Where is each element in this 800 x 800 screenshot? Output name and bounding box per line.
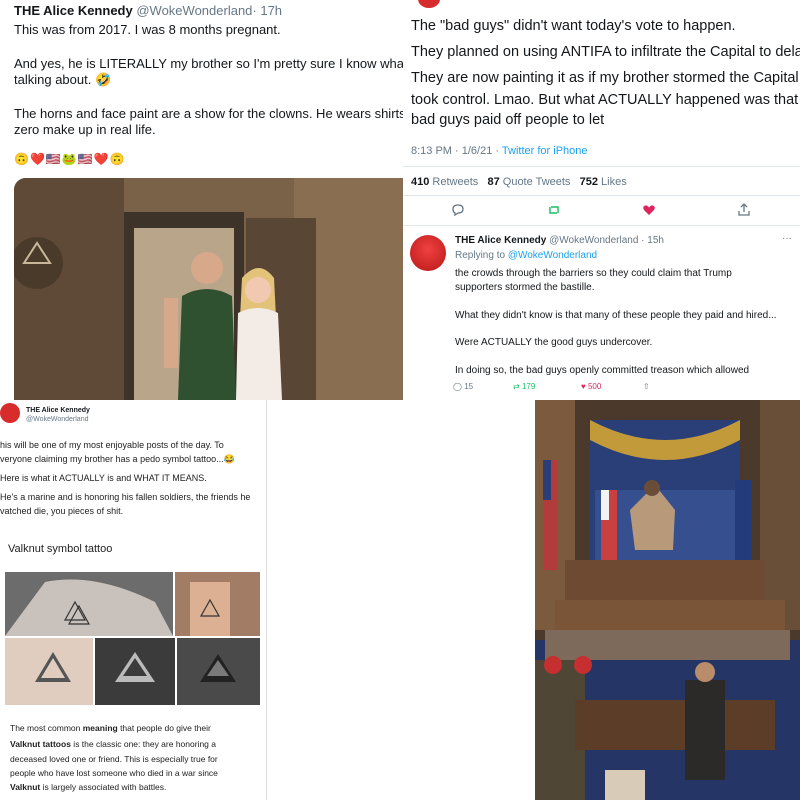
retweet-icon[interactable] — [547, 203, 561, 220]
tweet-text-line: They are now painting it as if my brothe… — [411, 70, 800, 86]
likes-count[interactable]: 752 — [580, 176, 598, 188]
tattoo-grid-illustration — [5, 572, 260, 705]
author-handle[interactable]: @WokeWonderland — [549, 235, 638, 246]
reply-text-line: In doing so, the bad guys openly committ… — [455, 365, 750, 376]
caption-bold: meaning — [82, 723, 118, 733]
replying-prefix: Replying to — [455, 250, 508, 261]
avatar[interactable] — [410, 235, 446, 271]
divider — [403, 195, 800, 196]
tweet-photo[interactable] — [14, 178, 403, 400]
caption-bold: Valknut tattoos — [10, 739, 71, 749]
tweet-text-line: took control. Lmao. But what ACTUALLY ha… — [411, 92, 800, 108]
tweet-text-line: The horns and face paint are a show for … — [14, 106, 403, 121]
more-options-icon[interactable]: ··· — [782, 233, 792, 244]
senate-chamber-illustration — [535, 400, 800, 800]
tweet-timestamp: 8:13 PM · 1/6/21 · — [411, 145, 502, 157]
caption-text: is largely associated with battles. — [40, 782, 167, 792]
divider — [403, 225, 800, 226]
author-name[interactable]: THE Alice Kennedy — [455, 235, 546, 246]
post-text-line: Here is what it ACTUALLY is and WHAT IT … — [0, 473, 207, 483]
tweet-text-line: They planned on using ANTIFA to infiltra… — [411, 44, 800, 60]
emoji-row: 🙃❤️🇺🇸🐸🇺🇸❤️🙃 — [14, 152, 126, 166]
reply-icon[interactable] — [451, 203, 465, 220]
tweet-header: THE Alice Kennedy @WokeWonderland· 17h — [14, 3, 282, 18]
post-text-line: veryone claiming my brother has a pedo s… — [0, 454, 235, 464]
tweet-time: · 17h — [252, 3, 283, 18]
tweet-panel-vote: The "bad guys" didn't want today's vote … — [403, 0, 800, 400]
like-count[interactable]: ♥ 500 — [581, 382, 601, 391]
share-icon[interactable] — [737, 203, 751, 220]
tweet-panel-pregnancy: THE Alice Kennedy @WokeWonderland· 17h T… — [0, 0, 403, 400]
caption-line: deceased loved one or friend. This is es… — [10, 754, 218, 764]
likes-label[interactable]: Likes — [601, 176, 627, 188]
photo-illustration — [14, 178, 403, 400]
retweets-label[interactable]: Retweets — [432, 176, 478, 188]
tweet-text-line: talking about. 🤣 — [14, 72, 112, 87]
retweet-count[interactable]: ⇄ 179 — [513, 382, 535, 391]
reply-count[interactable]: ◯ 15 — [453, 382, 473, 391]
tweet-text-line: The "bad guys" didn't want today's vote … — [411, 18, 736, 34]
heart-icon[interactable] — [642, 203, 656, 220]
heart-icon: ♥ — [581, 382, 586, 391]
reply-text-line: the crowds through the barriers so they … — [455, 268, 732, 279]
reply-text-line: supporters stormed the bastille. — [455, 282, 595, 293]
divider — [403, 166, 800, 167]
tweet-meta: 8:13 PM · 1/6/21 · Twitter for iPhone — [411, 145, 588, 157]
retweet-icon: ⇄ — [513, 382, 520, 391]
tweet-text-line: zero make up in real life. — [14, 122, 156, 137]
post-text-line: vatched die, you pieces of shit. — [0, 506, 124, 516]
tattoo-image-grid — [5, 572, 265, 705]
quote-tweets-label[interactable]: Quote Tweets — [503, 176, 571, 188]
avatar[interactable] — [0, 403, 20, 423]
reply-icon: ◯ — [453, 382, 462, 391]
reply-header: THE Alice Kennedy @WokeWonderland · 15h — [455, 235, 664, 246]
reply-count-value: 15 — [464, 382, 474, 391]
replying-to-link[interactable]: @WokeWonderland — [508, 250, 597, 261]
quote-tweets-count[interactable]: 87 — [487, 176, 499, 188]
caption-line: Valknut is largely associated with battl… — [10, 782, 166, 792]
caption-line: Valknut tattoos is the classic one: they… — [10, 739, 216, 749]
reply-text-line: What they didn't know is that many of th… — [455, 310, 777, 321]
tweet-text-line: bad guys paid off people to let — [411, 112, 605, 128]
author-name[interactable]: THE Alice Kennedy — [14, 3, 133, 18]
avatar[interactable] — [418, 0, 440, 8]
author-name[interactable]: THE Alice Kennedy — [26, 407, 90, 414]
caption-line: people who have lost someone who died in… — [10, 768, 218, 778]
like-count-value: 500 — [587, 382, 602, 391]
share-icon[interactable]: ⇧ — [643, 382, 650, 391]
caption-bold: Valknut — [10, 782, 41, 792]
author-handle[interactable]: @WokeWonderland — [136, 3, 252, 18]
author-handle[interactable]: @WokeWonderland — [26, 416, 89, 423]
reply-text-line: Were ACTUALLY the good guys undercover. — [455, 337, 653, 348]
caption-text: The most common — [10, 723, 83, 733]
tweet-text-line: This was from 2017. I was 8 months pregn… — [14, 22, 281, 37]
retweet-count-value: 179 — [521, 382, 536, 391]
section-title: Valknut symbol tattoo — [8, 543, 113, 555]
tweet-stats: 410 Retweets 87 Quote Tweets 752 Likes — [411, 176, 627, 188]
senate-chamber-photo — [535, 400, 800, 800]
caption-line: The most common meaning that people do g… — [10, 723, 211, 733]
tweet-text-line: And yes, he is LITERALLY my brother so I… — [14, 56, 403, 71]
replying-to: Replying to @WokeWonderland — [455, 250, 597, 261]
post-text-line: He's a marine and is honoring his fallen… — [0, 492, 251, 502]
post-text-line: his will be one of my most enjoyable pos… — [0, 440, 224, 450]
tweet-source-link[interactable]: Twitter for iPhone — [502, 145, 588, 157]
tweet-time: · 15h — [641, 235, 664, 246]
caption-text: that people do give their — [117, 723, 211, 733]
caption-text: is the classic one: they are honoring a — [70, 739, 216, 749]
retweets-count[interactable]: 410 — [411, 176, 429, 188]
